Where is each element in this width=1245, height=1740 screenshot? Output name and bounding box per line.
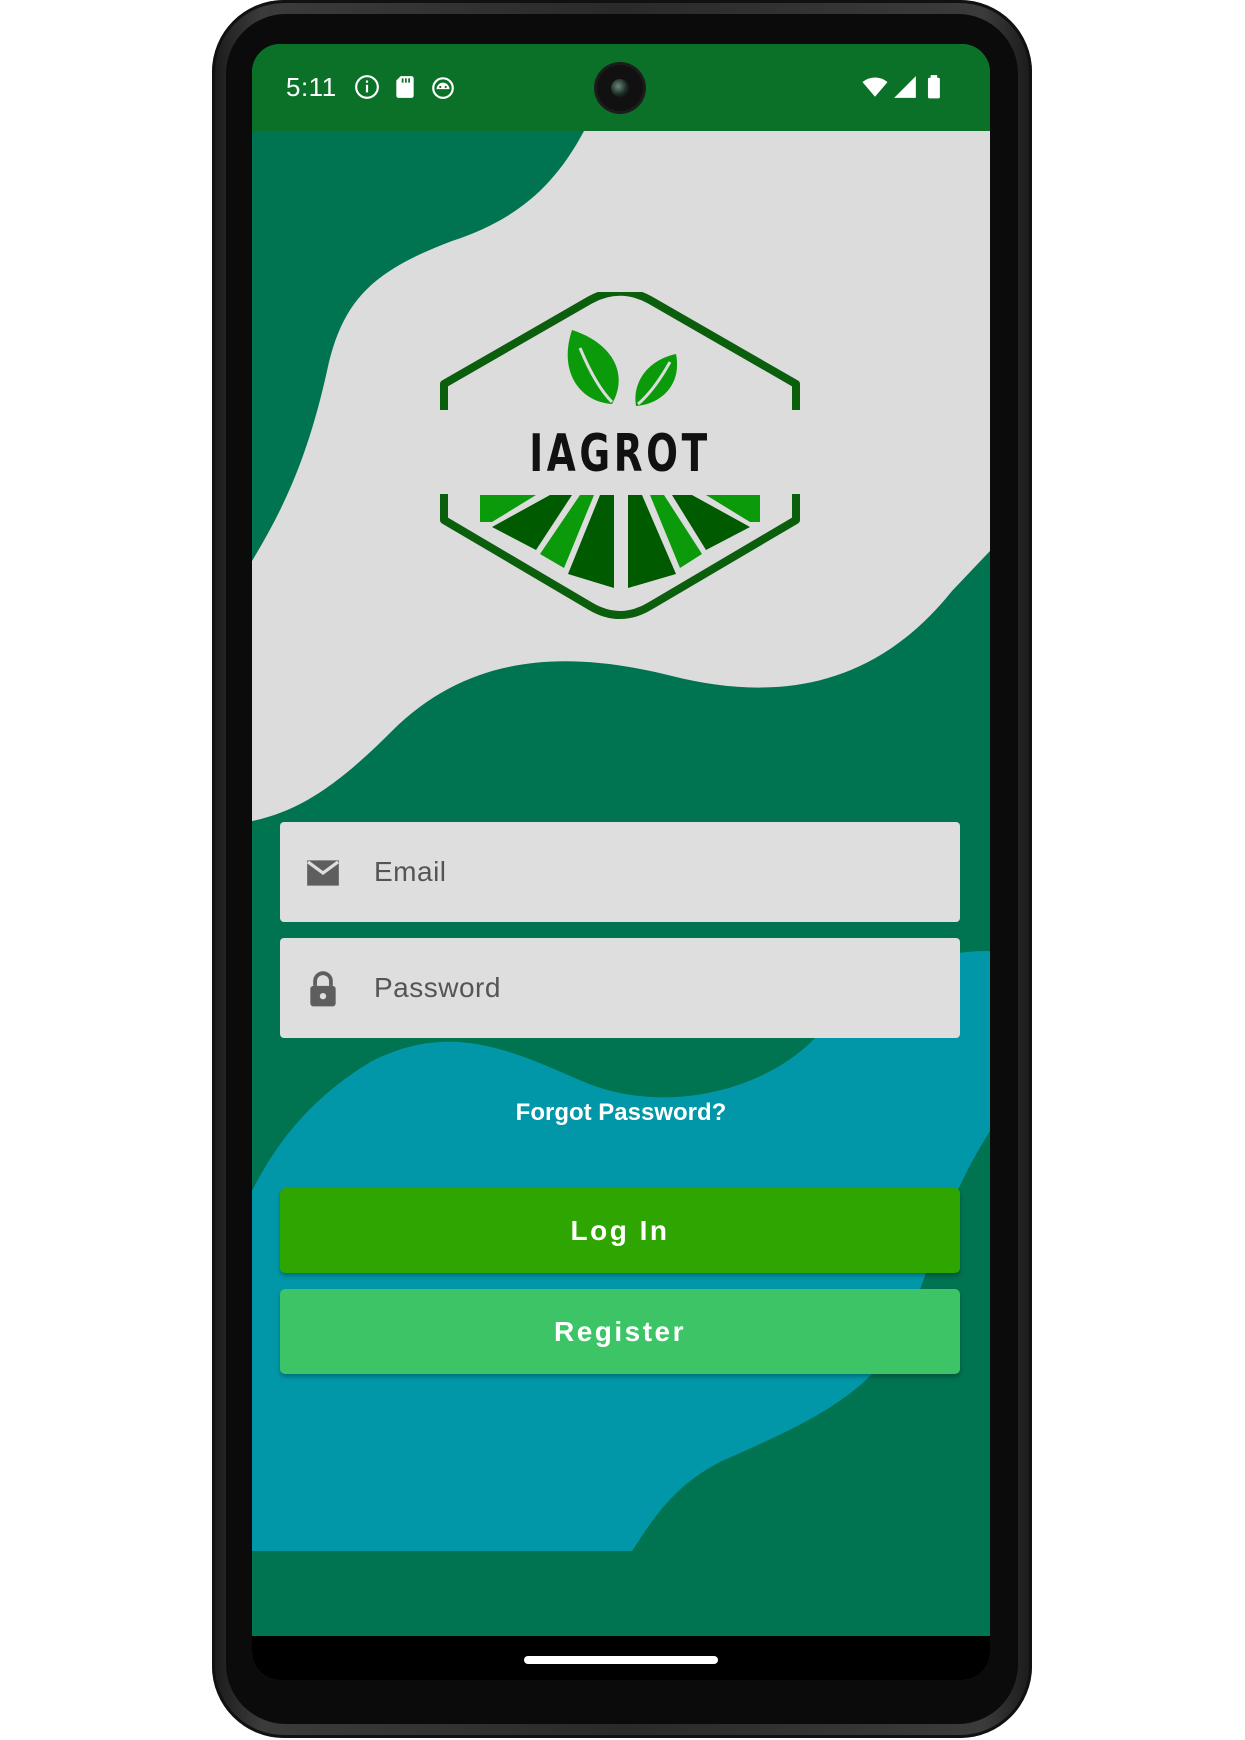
sd-card-icon	[396, 76, 414, 98]
front-camera	[597, 65, 643, 111]
navigation-bar	[252, 1636, 990, 1680]
android-icon	[432, 77, 454, 99]
status-time: 5:11	[286, 72, 337, 102]
app-screen: 5:11 IAGROT Email Forgot Password? Log I…	[252, 44, 990, 1680]
password-input[interactable]	[374, 938, 934, 1038]
email-field[interactable]	[280, 822, 960, 922]
home-gesture-handle[interactable]	[524, 1656, 718, 1664]
lock-icon	[310, 971, 336, 1007]
email-icon	[307, 860, 339, 886]
forgot-password-link[interactable]: Forgot Password?	[252, 1099, 990, 1127]
info-icon	[355, 75, 379, 99]
wifi-icon	[862, 77, 888, 97]
login-button[interactable]: Log In	[280, 1188, 960, 1273]
leaf-left-icon	[567, 330, 619, 404]
status-bar: 5:11	[252, 44, 990, 131]
iagrot-logo: IAGROT	[440, 287, 800, 632]
battery-icon	[927, 75, 940, 99]
email-input[interactable]	[374, 822, 934, 922]
leaf-right-icon	[635, 354, 678, 406]
logo-text: IAGROT	[529, 424, 711, 484]
signal-icon	[894, 76, 916, 98]
password-field[interactable]	[280, 938, 960, 1038]
register-button[interactable]: Register	[280, 1289, 960, 1374]
